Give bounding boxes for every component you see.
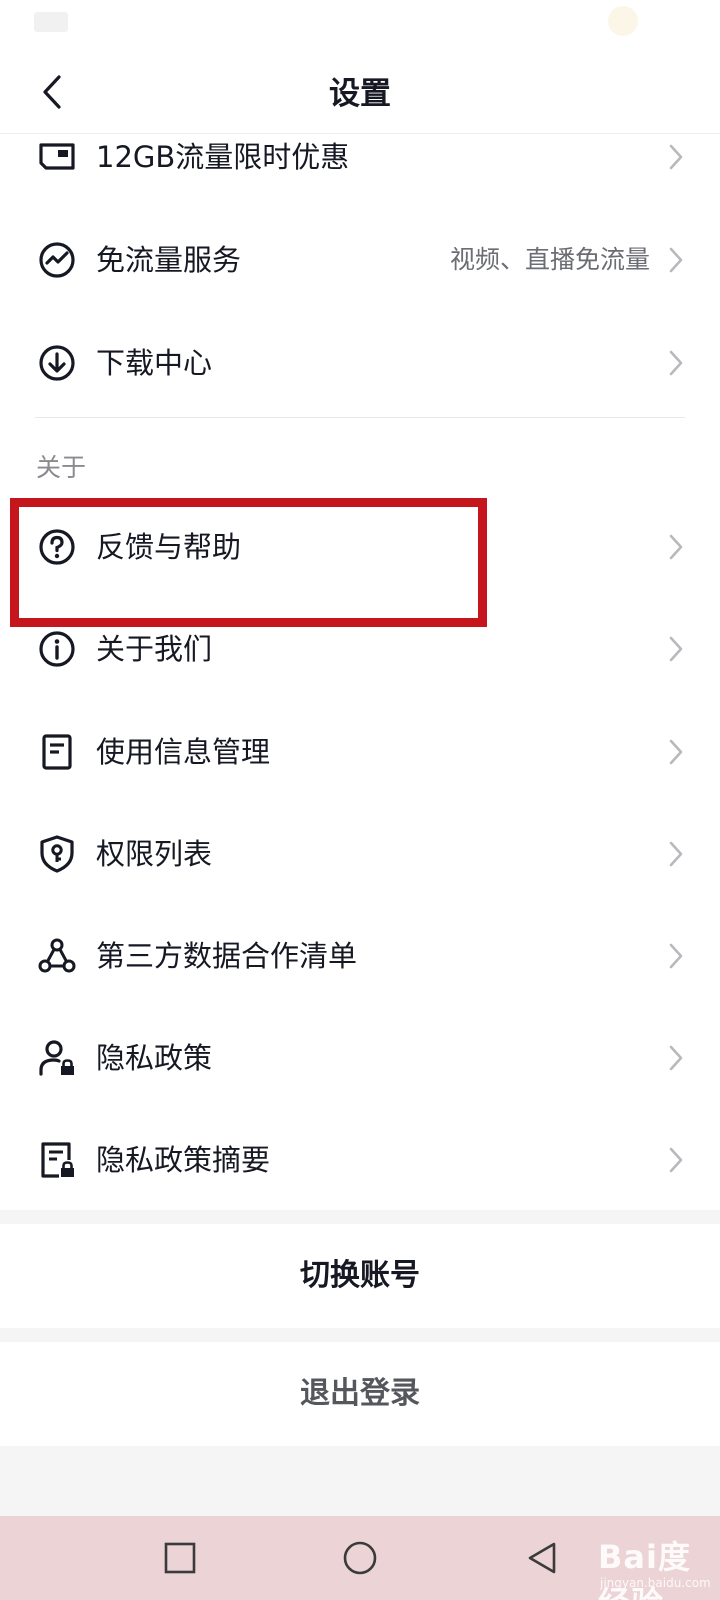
settings-item-label: 关于我们	[96, 632, 213, 666]
home-button[interactable]	[338, 1536, 382, 1580]
recents-button[interactable]	[158, 1536, 202, 1580]
settings-item-download-center[interactable]: 下载中心	[0, 315, 720, 411]
info-icon	[39, 631, 75, 667]
status-bar	[0, 0, 720, 48]
help-icon	[39, 529, 75, 565]
settings-item-label: 隐私政策摘要	[96, 1143, 271, 1177]
shield-key-icon	[40, 835, 74, 873]
document-icon	[42, 734, 72, 770]
wave-circle-icon	[39, 242, 75, 278]
square-icon	[164, 1542, 196, 1574]
bottom-gap	[0, 1446, 720, 1516]
chevron-right-icon	[669, 350, 683, 376]
settings-item-label: 第三方数据合作清单	[96, 939, 358, 973]
network-icon	[38, 938, 76, 973]
settings-item-usage-info[interactable]: 使用信息管理	[0, 704, 720, 800]
settings-item-value: 视频、直播免流量	[449, 245, 650, 274]
settings-item-label: 使用信息管理	[96, 735, 271, 769]
switch-account-button[interactable]: 切换账号	[0, 1224, 720, 1328]
settings-item-label: 下载中心	[96, 346, 213, 380]
sim-card-icon	[39, 143, 75, 170]
chevron-right-icon	[669, 1147, 683, 1173]
back-nav-button[interactable]	[520, 1536, 564, 1580]
chevron-right-icon	[669, 1045, 683, 1071]
status-indicator-right	[608, 6, 638, 36]
settings-item-free-data[interactable]: 免流量服务 视频、直播免流量	[0, 212, 720, 308]
chevron-right-icon	[669, 943, 683, 969]
settings-item-about-us[interactable]: 关于我们	[0, 601, 720, 697]
settings-item-label: 反馈与帮助	[96, 530, 242, 564]
settings-item-third-party-data[interactable]: 第三方数据合作清单	[0, 908, 720, 1004]
chevron-right-icon	[669, 636, 683, 662]
chevron-right-icon	[669, 534, 683, 560]
settings-item-label: 免流量服务	[96, 243, 242, 277]
chevron-right-icon	[669, 841, 683, 867]
section-gap	[0, 1328, 720, 1342]
download-icon	[39, 345, 75, 381]
chevron-right-icon	[669, 144, 683, 170]
circle-icon	[343, 1541, 377, 1575]
triangle-back-icon	[528, 1542, 556, 1574]
document-lock-icon	[41, 1142, 74, 1178]
settings-item-feedback-help[interactable]: 反馈与帮助	[0, 499, 720, 595]
settings-item-label: 隐私政策	[96, 1041, 213, 1075]
settings-item-label: 权限列表	[96, 837, 213, 871]
section-gap	[0, 1210, 720, 1224]
user-lock-icon	[39, 1040, 74, 1076]
status-indicator	[34, 12, 68, 32]
section-title-about: 关于	[36, 453, 87, 482]
settings-item-label: 12GB流量限时优惠	[96, 140, 350, 174]
settings-item-data-offer[interactable]: 12GB流量限时优惠	[0, 109, 720, 205]
chevron-right-icon	[669, 247, 683, 273]
settings-item-permissions[interactable]: 权限列表	[0, 806, 720, 902]
settings-item-privacy-policy[interactable]: 隐私政策	[0, 1010, 720, 1106]
logout-button[interactable]: 退出登录	[0, 1342, 720, 1446]
settings-item-privacy-summary[interactable]: 隐私政策摘要	[0, 1112, 720, 1208]
chevron-right-icon	[669, 739, 683, 765]
system-nav-bar	[0, 1516, 720, 1600]
divider	[35, 417, 685, 418]
